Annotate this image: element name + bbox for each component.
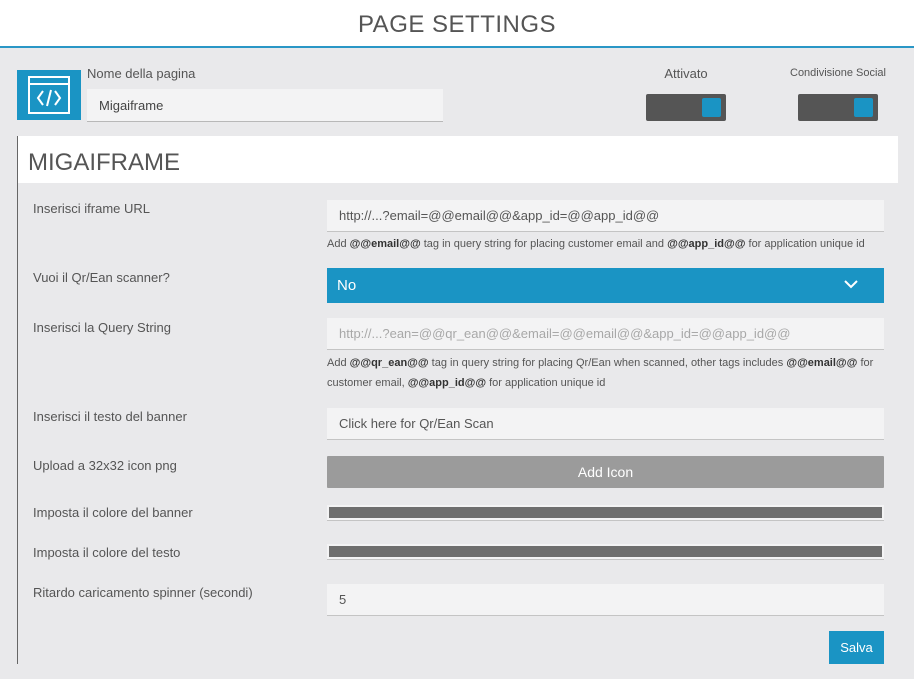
query-string-label: Inserisci la Query String [33,320,171,335]
active-label: Attivato [664,66,708,81]
social-sharing-label: Condivisione Social [790,67,886,79]
page-name-input[interactable] [87,89,443,122]
icon-upload-label: Upload a 32x32 icon png [33,458,177,473]
banner-color-swatch [329,507,882,518]
iframe-url-label: Inserisci iframe URL [33,201,151,216]
page-title: PAGE SETTINGS [357,11,557,38]
spinner-delay-input[interactable]: 5 [327,584,884,616]
banner-color-picker[interactable] [327,505,884,521]
text-color-picker[interactable] [327,544,884,560]
banner-text-input[interactable]: Click here for Qr/Ean Scan [327,408,884,440]
text-color-swatch [329,546,882,557]
add-icon-button[interactable]: Add Icon [327,456,884,488]
page-header: PAGE SETTINGS [0,0,914,48]
panel-border [17,136,18,664]
scanner-label: Vuoi il Qr/Ean scanner? [33,270,170,285]
scanner-select-value: No [337,277,357,294]
panel-title: MIGAIFRAME [28,149,181,176]
chevron-down-icon [844,280,858,289]
social-sharing-toggle[interactable] [798,94,878,121]
banner-text-label: Inserisci il testo del banner [33,409,187,424]
page-name-label: Nome della pagina [87,66,196,81]
panel-header: MIGAIFRAME [18,136,898,183]
iframe-url-help: Add @@email@@ tag in query string for pl… [327,238,865,250]
toggle-knob [854,98,873,117]
query-string-help: Add @@qr_ean@@ tag in query string for p… [327,357,874,389]
save-button[interactable]: Salva [829,631,884,664]
code-window-icon [17,70,81,120]
spinner-delay-label: Ritardo caricamento spinner (secondi) [33,585,253,600]
iframe-url-input[interactable]: http://...?email=@@email@@&app_id=@@app_… [327,200,884,232]
text-color-label: Imposta il colore del testo [33,545,181,560]
scanner-select[interactable]: No [327,268,884,303]
active-toggle[interactable] [646,94,726,121]
query-string-input[interactable]: http://...?ean=@@qr_ean@@&email=@@email@… [327,318,884,350]
banner-color-label: Imposta il colore del banner [33,505,193,520]
toggle-knob [702,98,721,117]
